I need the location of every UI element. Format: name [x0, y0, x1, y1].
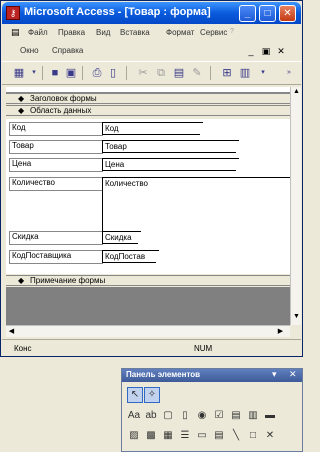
menu-view[interactable]: Вид — [96, 28, 110, 37]
main-window: ⚷ Microsoft Access - [Товар : форма] _ □… — [0, 0, 303, 357]
print-icon[interactable]: ⎙ — [90, 66, 104, 80]
close-button[interactable]: ✕ — [279, 5, 296, 22]
access-key-icon: ⚷ — [6, 6, 20, 20]
section-footer-label: Примечание формы — [30, 276, 106, 285]
insert-hyperlink-icon[interactable]: ⊞ — [220, 66, 234, 80]
rectangle-tool-icon[interactable]: □ — [246, 429, 260, 443]
command-button-icon[interactable]: ▬ — [263, 409, 277, 423]
label-tool-icon[interactable]: Aa — [127, 409, 141, 423]
menu-file[interactable]: Файл — [28, 28, 48, 37]
paste-icon[interactable]: ▤ — [172, 66, 186, 80]
scroll-right-icon[interactable]: ▶ — [276, 327, 285, 336]
section-arrow-icon: ◆ — [18, 276, 25, 285]
textbox-tool-icon[interactable]: ab — [144, 409, 158, 423]
section-detail-bar[interactable]: ◆ Область данных — [6, 105, 290, 116]
cut-icon[interactable]: ✂ — [136, 66, 150, 80]
label-product[interactable]: Товар — [9, 140, 103, 154]
scroll-left-icon[interactable]: ◀ — [7, 327, 16, 336]
toolbox-menu-icon[interactable]: ▾ — [272, 369, 277, 380]
label-code[interactable]: Код — [9, 122, 103, 136]
form-design-toolbar: ▦ ▾ ■ ▣ ⎙ ▯ ✂ ⧉ ▤ ✎ ⊞ ▥ ▾ » — [2, 61, 301, 85]
label-supplier-code[interactable]: КодПоставщика — [9, 250, 103, 264]
field-list-icon[interactable]: ▥ — [238, 66, 252, 80]
title-bar[interactable]: ⚷ Microsoft Access - [Товар : форма] _ □… — [2, 2, 301, 24]
minimize-button[interactable]: _ — [239, 5, 256, 22]
section-footer-bar[interactable]: ◆ Примечание формы — [6, 275, 290, 286]
toolbar-options-icon[interactable]: » — [282, 66, 296, 80]
label-price[interactable]: Цена — [9, 158, 103, 172]
unbound-object-icon[interactable]: ▩ — [144, 429, 158, 443]
menu-bar: ▤ Файл Правка Вид Вставка Формат Сервис … — [2, 25, 301, 41]
chevron-down-icon[interactable]: ▾ — [256, 66, 270, 80]
help-search-box[interactable]: ? — [230, 28, 234, 35]
toolbar-separator — [82, 66, 83, 80]
menu-format[interactable]: Формат — [166, 28, 194, 37]
chevron-down-icon[interactable]: ▾ — [27, 66, 41, 80]
option-group-icon[interactable]: ▢ — [161, 409, 175, 423]
list-box-icon[interactable]: ▥ — [246, 409, 260, 423]
status-num: NUM — [194, 344, 213, 353]
page-break-icon[interactable]: ☰ — [178, 429, 192, 443]
toolbar-separator — [210, 66, 211, 80]
toggle-button-icon[interactable]: ▯ — [178, 409, 192, 423]
form-doc-icon[interactable]: ▤ — [11, 27, 20, 38]
label-discount[interactable]: Скидка — [9, 231, 103, 245]
detail-section[interactable]: Код Код Товар Товар Цена Цена Количество… — [6, 119, 293, 274]
status-mode: Конс — [14, 344, 32, 353]
scroll-up-icon[interactable]: ▲ — [292, 88, 301, 97]
menu-window[interactable]: Окно — [20, 46, 39, 55]
control-wizards-icon[interactable]: ✧ — [144, 387, 160, 403]
save-icon[interactable]: ■ — [48, 66, 62, 80]
mdi-close-button[interactable]: ✕ — [276, 46, 286, 56]
checkbox-icon[interactable]: ☑ — [212, 409, 226, 423]
print-preview-icon[interactable]: ▯ — [106, 66, 120, 80]
view-icon[interactable]: ▦ — [12, 66, 26, 80]
menu-insert[interactable]: Вставка — [120, 28, 150, 37]
toolbar-separator — [42, 66, 43, 80]
more-controls-icon[interactable]: ✕ — [263, 429, 277, 443]
control-quantity[interactable]: Количество — [102, 177, 293, 232]
field-underline — [102, 262, 156, 263]
copy-icon[interactable]: ⧉ — [154, 66, 168, 80]
field-underline — [102, 134, 200, 135]
label-quantity[interactable]: Количество — [9, 177, 103, 191]
menu-help[interactable]: Справка — [52, 46, 83, 55]
field-underline — [102, 170, 236, 171]
form-background-area — [6, 287, 290, 325]
mdi-minimize-button[interactable]: _ — [246, 46, 256, 56]
section-detail-label: Область данных — [30, 106, 92, 115]
field-underline — [102, 243, 138, 244]
option-button-icon[interactable]: ◉ — [195, 409, 209, 423]
section-arrow-icon: ◆ — [18, 94, 25, 103]
select-objects-icon[interactable]: ↖ — [127, 387, 143, 403]
image-icon[interactable]: ▨ — [127, 429, 141, 443]
tab-control-icon[interactable]: ▭ — [195, 429, 209, 443]
window-title: Microsoft Access - [Товар : форма] — [24, 6, 211, 18]
maximize-button[interactable]: □ — [259, 5, 276, 22]
file-search-icon[interactable]: ▣ — [64, 66, 78, 80]
status-bar: Конс NUM — [2, 339, 301, 357]
vertical-scrollbar[interactable]: ▲ ▼ — [290, 87, 301, 325]
scroll-down-icon[interactable]: ▼ — [292, 313, 301, 322]
format-painter-icon[interactable]: ✎ — [190, 66, 204, 80]
subform-icon[interactable]: ▤ — [212, 429, 226, 443]
menu-edit[interactable]: Правка — [58, 28, 85, 37]
horizontal-scrollbar[interactable]: ◀ ▶ — [6, 325, 290, 337]
toolbox-window: Панель элементов ▾ ✕ ↖ ✧ Aa ab ▢ ▯ ◉ ☑ ▤… — [121, 368, 303, 452]
toolbar-separator — [126, 66, 127, 80]
toolbox-title-bar[interactable]: Панель элементов ▾ ✕ — [122, 369, 302, 382]
toolbox-title: Панель элементов — [126, 370, 201, 379]
bound-object-icon[interactable]: ▦ — [161, 429, 175, 443]
combo-box-icon[interactable]: ▤ — [229, 409, 243, 423]
menu-tools[interactable]: Сервис — [200, 28, 227, 37]
field-underline — [102, 152, 236, 153]
section-header-bar[interactable]: ◆ Заголовок формы — [6, 93, 290, 104]
mdi-restore-button[interactable]: ▣ — [261, 46, 271, 56]
section-arrow-icon: ◆ — [18, 106, 25, 115]
close-icon[interactable]: ✕ — [289, 369, 297, 380]
menu-bar-2: Окно Справка — [2, 43, 301, 59]
line-tool-icon[interactable]: ╲ — [229, 429, 243, 443]
section-header-label: Заголовок формы — [30, 94, 97, 103]
